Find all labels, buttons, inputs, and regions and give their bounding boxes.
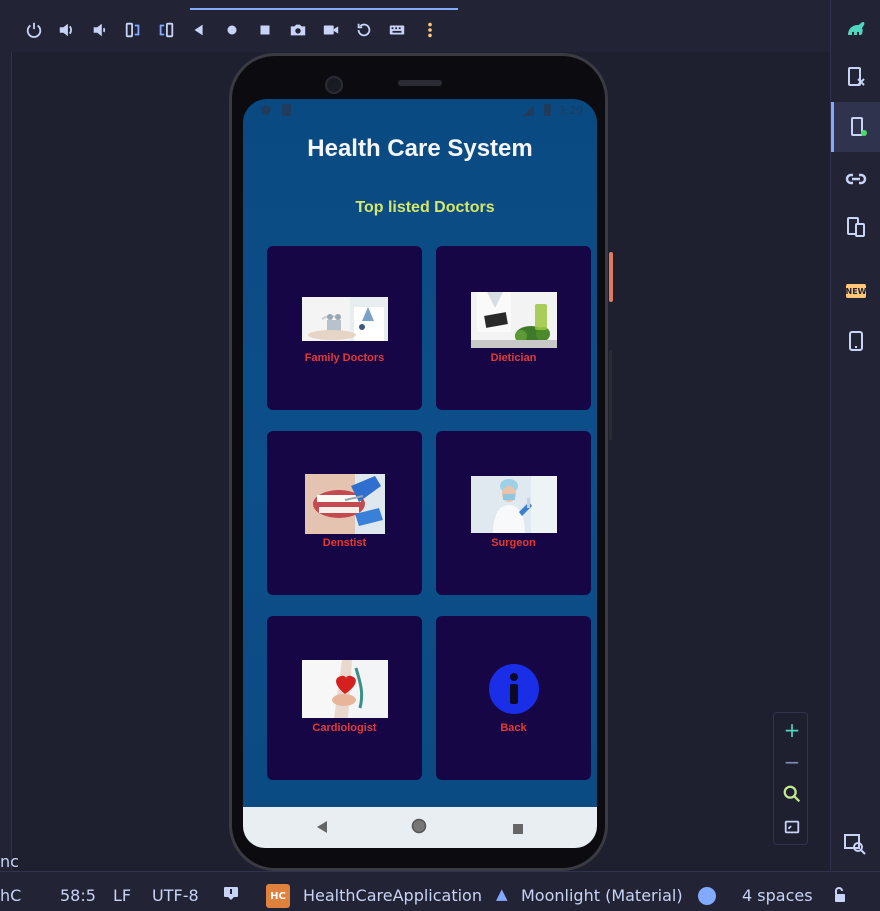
rotate-left-icon[interactable]	[121, 18, 144, 41]
surgeon-photo	[470, 476, 557, 533]
info-icon	[488, 664, 539, 714]
zoom-actual-size-icon[interactable]	[781, 783, 803, 805]
rotate-right-icon[interactable]	[154, 18, 177, 41]
status-partial-left: hC	[0, 886, 22, 905]
new-badge-icon[interactable]: NEW	[846, 284, 867, 298]
screen-record-icon[interactable]	[319, 18, 342, 41]
dietician-photo	[470, 292, 557, 348]
status-project-name[interactable]: HealthCareApplication	[303, 886, 482, 905]
keyboard-icon[interactable]	[385, 18, 408, 41]
battery-icon	[544, 104, 551, 116]
card-label: Denstist	[322, 537, 367, 549]
zoom-panel: + −	[773, 712, 808, 845]
card-back[interactable]: Back	[436, 616, 591, 780]
lock-icon[interactable]	[833, 887, 847, 903]
project-badge[interactable]: HC	[266, 884, 290, 908]
power-side-button[interactable]	[609, 252, 613, 302]
card-label: Surgeon	[491, 537, 536, 549]
notification-icon	[261, 105, 271, 115]
android-nav-bar	[243, 807, 597, 848]
card-label: Back	[500, 722, 527, 734]
reset-icon[interactable]	[352, 18, 375, 41]
active-tab-indicator	[190, 8, 458, 10]
volume-side-button[interactable]	[609, 350, 612, 440]
card-label: Family Doctors	[304, 352, 385, 364]
front-camera	[325, 76, 343, 94]
family-doctors-photo	[301, 297, 388, 341]
volume-up-icon[interactable]	[55, 18, 78, 41]
device-screen[interactable]: 3:29 Health Care System Top listed Docto…	[243, 99, 597, 848]
sim-card-icon	[282, 104, 291, 116]
ide-status-bar: nc hC 58:5 LF UTF-8 HC HealthCareApplica…	[0, 852, 880, 911]
zoom-out-button[interactable]: −	[781, 750, 803, 774]
status-indent[interactable]: 4 spaces	[742, 886, 813, 905]
card-dietician[interactable]: Dietician	[436, 246, 591, 410]
overview-icon[interactable]	[253, 18, 276, 41]
volume-down-icon[interactable]	[88, 18, 111, 41]
running-devices-icon[interactable]	[841, 62, 871, 92]
back-icon[interactable]	[187, 18, 210, 41]
right-tool-bar: NEW	[830, 0, 880, 870]
phone-icon[interactable]	[841, 326, 871, 356]
nav-home-icon[interactable]	[411, 818, 427, 838]
card-label: Dietician	[490, 352, 537, 364]
card-surgeon[interactable]: Surgeon	[436, 431, 591, 595]
status-encoding[interactable]: UTF-8	[152, 886, 199, 905]
notification-circle-icon[interactable]	[698, 887, 716, 905]
nav-overview-icon[interactable]	[512, 820, 524, 839]
card-cardiologist[interactable]: Cardiologist	[267, 616, 422, 780]
status-caret-position[interactable]: 58:5	[60, 886, 96, 905]
nav-back-icon[interactable]	[315, 819, 329, 838]
zoom-fit-icon[interactable]	[781, 816, 803, 838]
home-icon[interactable]	[220, 18, 243, 41]
power-icon[interactable]	[22, 18, 45, 41]
dentist-photo	[304, 474, 385, 534]
link-icon[interactable]	[841, 164, 871, 194]
device-manager-icon[interactable]	[841, 212, 871, 242]
card-family-doctors[interactable]: Family Doctors	[267, 246, 422, 410]
app-title: Health Care System	[307, 135, 533, 162]
app-subtitle: Top listed Doctors	[355, 199, 495, 216]
zoom-in-button[interactable]: +	[781, 718, 803, 742]
theme-icon: ▲	[496, 885, 508, 903]
dinosaur-logo-icon[interactable]	[841, 14, 871, 44]
readonly-icon[interactable]	[223, 885, 239, 905]
emulator-toolbar	[0, 0, 830, 52]
status-time: 3:29	[558, 104, 583, 117]
layout-inspector-icon[interactable]	[843, 832, 869, 858]
device-mirror-icon[interactable]	[831, 102, 880, 152]
earpiece	[398, 80, 442, 86]
status-theme[interactable]: Moonlight (Material)	[521, 886, 683, 905]
cardiologist-photo	[301, 660, 388, 718]
status-line-ending[interactable]: LF	[113, 886, 131, 905]
signal-icon	[522, 104, 534, 116]
android-status-bar: 3:29	[243, 99, 597, 121]
card-label: Cardiologist	[312, 722, 377, 734]
more-icon[interactable]	[418, 18, 441, 41]
left-gutter	[0, 0, 12, 870]
card-denstist[interactable]: Denstist	[267, 431, 422, 595]
status-partial-top: nc	[0, 852, 19, 871]
screenshot-icon[interactable]	[286, 18, 309, 41]
